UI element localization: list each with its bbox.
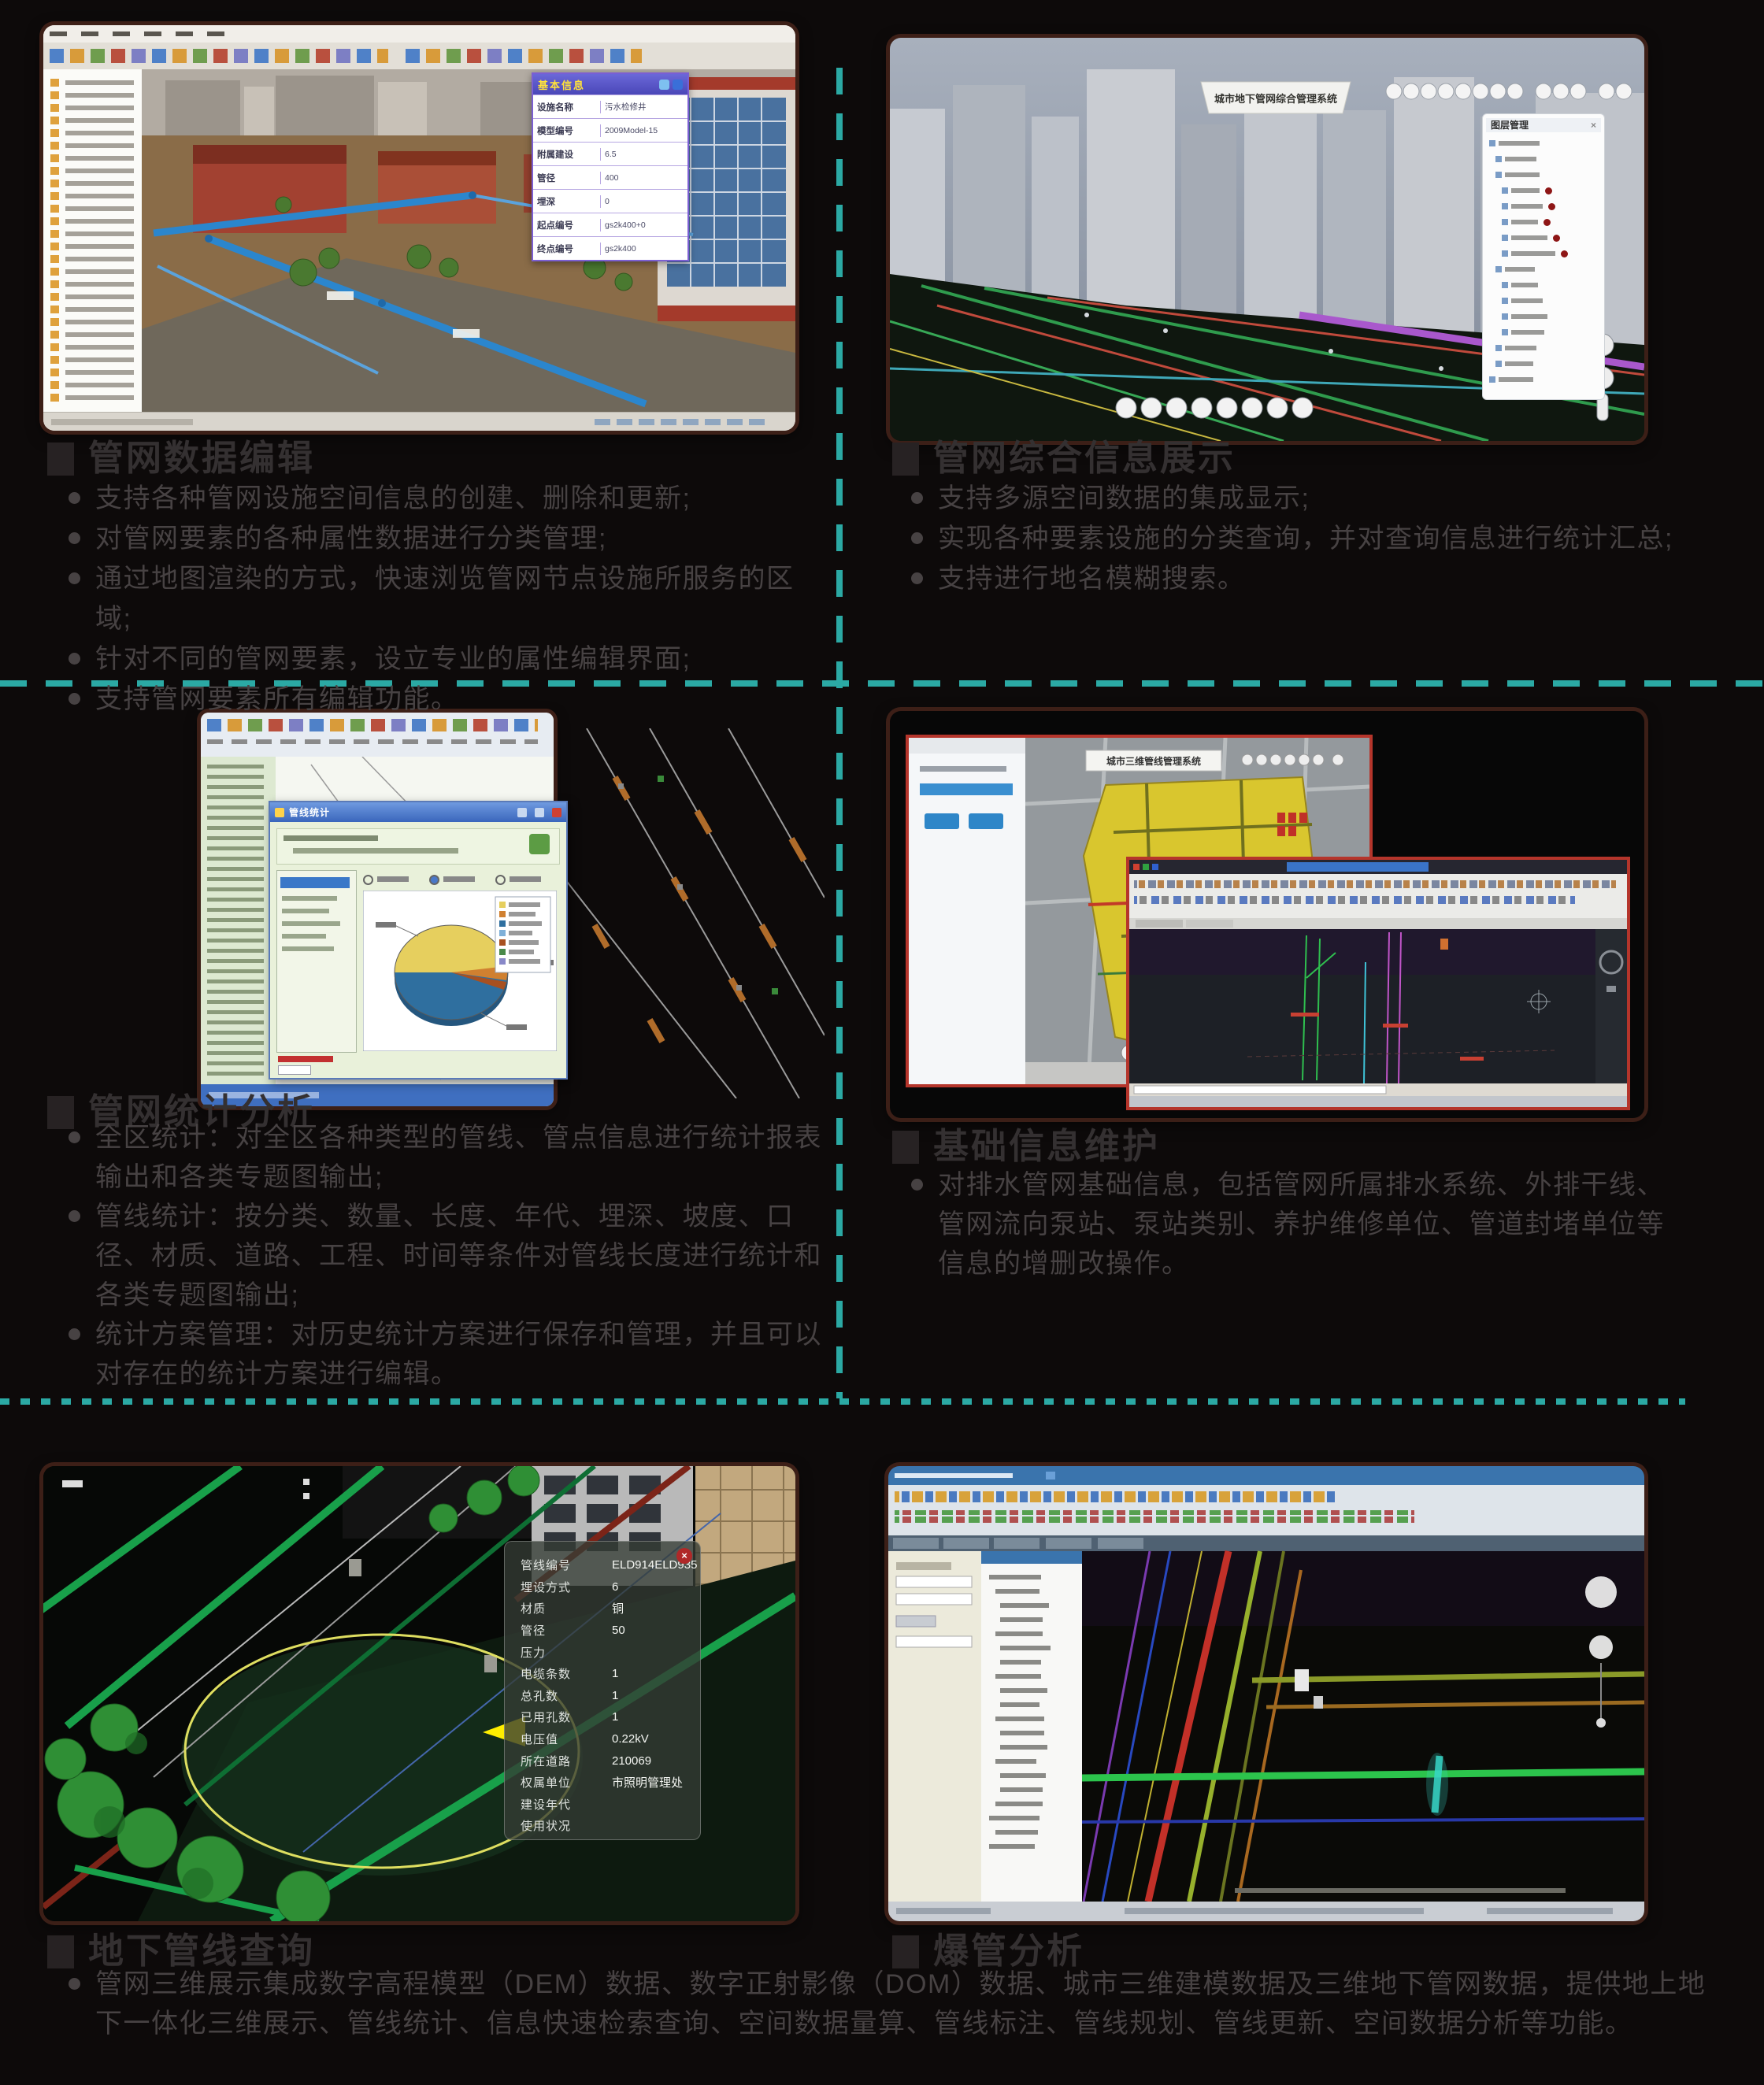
heading-square-icon (892, 1131, 919, 1164)
statistics-dialog: 管线统计 (269, 801, 568, 1080)
bullet-item: 支持各种管网设施空间信息的创建、删除和更新; (67, 479, 827, 519)
dialog-red-note (278, 1056, 333, 1062)
popup-title-bar: 基本信息 (533, 74, 687, 94)
bullet-item: 支持多源空间数据的集成显示; (910, 479, 1689, 519)
dialog-maximize-button[interactable] (535, 808, 544, 817)
section-heading-data-edit: 管网数据编辑 (47, 438, 315, 476)
section-heading-underground-query: 地下管线查询 (47, 1931, 315, 1968)
attribute-popup: 基本信息 设施名称污水检修井 模型编号2009Model-15 附属建设6.5 … (532, 72, 689, 261)
pie-chart (363, 891, 557, 1051)
tree-node-icons (50, 79, 59, 404)
chart-type-radios[interactable] (363, 873, 557, 887)
heading-square-icon (47, 443, 74, 476)
bullet-item: 对管网要素的各种属性数据进行分类管理; (67, 519, 827, 559)
bullet-list-statistics: 全区统计：对全区各种类型的管线、管点信息进行统计报表输出和各类专题图输出; 管线… (67, 1118, 823, 1394)
node-marker (1295, 1669, 1309, 1691)
screenshot-info-display: 城市地下管网综合管理系统 图层管理 × (890, 38, 1644, 441)
bullet-item: 支持管网要素所有编辑功能。 (67, 680, 827, 720)
section-title: 爆管分析 (933, 1934, 1084, 1968)
dialog-title-bar: 管线统计 (270, 802, 566, 822)
dialog-minimize-button[interactable] (517, 808, 527, 817)
divider-horizontal-2 (0, 1398, 1685, 1405)
section-heading-info-display: 管网综合信息展示 (892, 438, 1236, 476)
popup-minimize-button[interactable] (659, 80, 669, 90)
pipeline-info-panel: × 管线编号ELD914ELD935 埋设方式6 材质铜 管径50 压力 电缆条… (504, 1541, 701, 1840)
heading-square-icon (892, 1935, 919, 1968)
search-button[interactable] (896, 1616, 936, 1627)
screenshot-burst-analysis (888, 1466, 1644, 1921)
bullet-item: 通过地图渲染的方式，快速浏览管网节点设施所服务的区域; (67, 559, 827, 639)
pipe-sketch-overflow (539, 728, 825, 1098)
bullet-item: 实现各种要素设施的分类查询，并对查询信息进行统计汇总; (910, 519, 1689, 559)
popup-close-button[interactable] (673, 80, 683, 90)
heading-square-icon (47, 1935, 74, 1968)
heading-square-icon (892, 443, 919, 476)
layer-panel-title: 图层管理 (1491, 118, 1529, 132)
dialog-close-button[interactable] (552, 808, 561, 817)
divider-vertical (836, 68, 843, 1398)
bullet-item: 统计方案管理：对历史统计方案进行保存和管理，并且可以对存在的统计方案进行编辑。 (67, 1315, 823, 1394)
bullet-list-info-display: 支持多源空间数据的集成显示; 实现各种要素设施的分类查询，并对查询信息进行统计汇… (910, 479, 1689, 599)
panel-close-icon[interactable]: × (1591, 118, 1596, 132)
bullet-list-data-edit: 支持各种管网设施空间信息的创建、删除和更新; 对管网要素的各种属性数据进行分类管… (67, 479, 827, 720)
burst-glow (1426, 1753, 1448, 1816)
bullet-item: 对排水管网基础信息，包括管网所属排水系统、外排干线、管网流向泵站、泵站类别、养护… (910, 1165, 1685, 1283)
layer-tree-panel[interactable] (43, 69, 143, 412)
layer-status-dot (1545, 187, 1552, 194)
toolbar-icons-2 (406, 49, 642, 63)
screenshot-pipe-editor: 基本信息 设施名称污水检修井 模型编号2009Model-15 附属建设6.5 … (43, 25, 795, 431)
menu-bar (43, 25, 795, 43)
panel-button-1[interactable] (925, 813, 959, 829)
bullet-item: 针对不同的管网要素，设立专业的属性编辑界面; (67, 639, 827, 680)
stats-tree-panel[interactable] (201, 757, 276, 1084)
section-title: 管网数据编辑 (88, 441, 315, 476)
dialog-title: 管线统计 (289, 805, 330, 819)
menu-items (50, 31, 239, 36)
toolbar-icons (50, 49, 388, 63)
screenshot-base-info: 城市三维管线管理系统 (890, 711, 1644, 1118)
section-heading-burst-analysis: 爆管分析 (892, 1931, 1084, 1968)
info-close-button[interactable]: × (676, 1548, 692, 1564)
screenshot-underground-query: × 管线编号ELD914ELD935 埋设方式6 材质铜 管径50 压力 电缆条… (43, 1466, 795, 1921)
section-heading-base-info: 基础信息维护 (892, 1126, 1160, 1164)
dialog-icon (275, 808, 284, 817)
bullet-item: 管线统计：按分类、数量、长度、年代、埋深、坡度、口径、材质、道路、工程、时间等条… (67, 1197, 823, 1315)
tree-node-labels (65, 80, 134, 404)
dialog-list[interactable] (276, 870, 357, 1053)
toolbar (43, 43, 795, 70)
map-banner-title: 城市三维管线管理系统 (1106, 755, 1201, 767)
bullet-item: 支持进行地名模糊搜索。 (910, 559, 1689, 599)
status-bar (43, 412, 795, 431)
bottom-note: 管网三维展示集成数字高程模型（DEM）数据、数字正射影像（DOM）数据、城市三维… (67, 1965, 1729, 2043)
3d-city-viewport[interactable] (142, 69, 795, 412)
screenshot-statistics: 管线统计 (201, 713, 825, 1106)
banner-title: 城市地下管网综合管理系统 (1214, 93, 1337, 105)
section-title: 基础信息维护 (933, 1129, 1160, 1164)
bullet-list-base-info: 对排水管网基础信息，包括管网所属排水系统、外排干线、管网流向泵站、泵站类别、养护… (910, 1165, 1685, 1283)
bullet-item: 全区统计：对全区各种类型的管线、管点信息进行统计报表输出和各类专题图输出; (67, 1118, 823, 1197)
bullet-item: 管网三维展示集成数字高程模型（DEM）数据、数字正射影像（DOM）数据、城市三维… (67, 1965, 1729, 2043)
section-title: 管网综合信息展示 (933, 441, 1236, 476)
section-title: 地下管线查询 (88, 1934, 315, 1968)
burst-cad-ui[interactable] (888, 1466, 1644, 1921)
cad-window (1126, 857, 1630, 1110)
brochure-page: 基本信息 设施名称污水检修井 模型编号2009Model-15 附属建设6.5 … (0, 0, 1764, 2085)
popup-title: 基本信息 (538, 77, 585, 92)
panel-button-2[interactable] (969, 813, 1003, 829)
layer-panel[interactable]: 图层管理 × (1482, 113, 1605, 400)
dialog-run-button[interactable] (529, 834, 550, 854)
